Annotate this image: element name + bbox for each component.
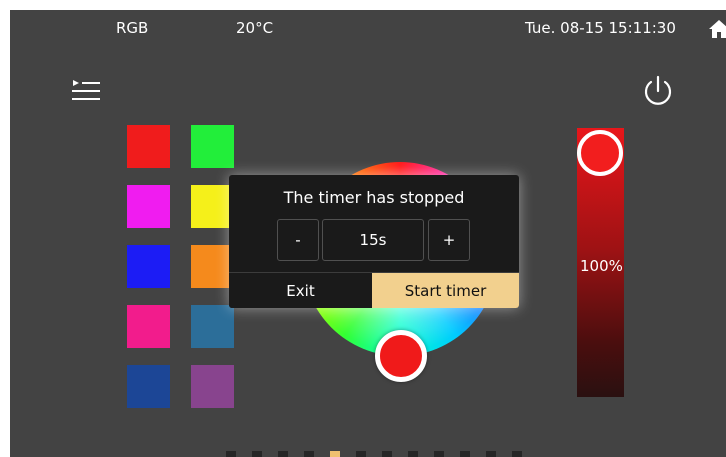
page-dot[interactable] xyxy=(512,451,522,457)
temperature-label: 20°C xyxy=(236,19,274,37)
color-swatch[interactable] xyxy=(127,185,170,228)
color-swatch[interactable] xyxy=(191,245,234,288)
color-swatch[interactable] xyxy=(127,125,170,168)
page-dot[interactable] xyxy=(382,451,392,457)
timer-duration-value: 15s xyxy=(322,219,424,261)
color-swatch[interactable] xyxy=(191,125,234,168)
color-wheel-handle[interactable] xyxy=(375,330,427,382)
color-swatch[interactable] xyxy=(191,305,234,348)
page-dot[interactable] xyxy=(356,451,366,457)
page-dot[interactable] xyxy=(330,451,340,457)
page-dot[interactable] xyxy=(278,451,288,457)
brightness-value: 100% xyxy=(580,257,623,275)
color-swatch[interactable] xyxy=(127,305,170,348)
decrement-button[interactable]: - xyxy=(277,219,319,261)
page-dot[interactable] xyxy=(408,451,418,457)
exit-button[interactable]: Exit xyxy=(229,273,372,308)
power-icon[interactable] xyxy=(640,73,676,109)
page-dot[interactable] xyxy=(434,451,444,457)
brightness-slider-handle[interactable] xyxy=(577,130,623,176)
page-dot[interactable] xyxy=(486,451,496,457)
timer-dialog: The timer has stopped - 15s + Exit Start… xyxy=(229,175,519,308)
start-timer-button[interactable]: Start timer xyxy=(372,273,519,308)
lighting-control-screen: RGB 20°C Tue. 08-15 15:11:30 100% The ti… xyxy=(10,10,726,457)
datetime-label: Tue. 08-15 15:11:30 xyxy=(525,19,676,37)
dialog-title: The timer has stopped xyxy=(283,188,465,207)
color-swatch[interactable] xyxy=(191,365,234,408)
color-swatch[interactable] xyxy=(127,245,170,288)
color-swatch[interactable] xyxy=(127,365,170,408)
mode-label: RGB xyxy=(116,19,149,37)
page-dot[interactable] xyxy=(252,451,262,457)
color-swatch[interactable] xyxy=(191,185,234,228)
menu-icon[interactable] xyxy=(70,77,102,105)
page-dot[interactable] xyxy=(226,451,236,457)
home-icon[interactable] xyxy=(708,18,726,40)
page-dot[interactable] xyxy=(460,451,470,457)
increment-button[interactable]: + xyxy=(428,219,470,261)
page-dot[interactable] xyxy=(304,451,314,457)
